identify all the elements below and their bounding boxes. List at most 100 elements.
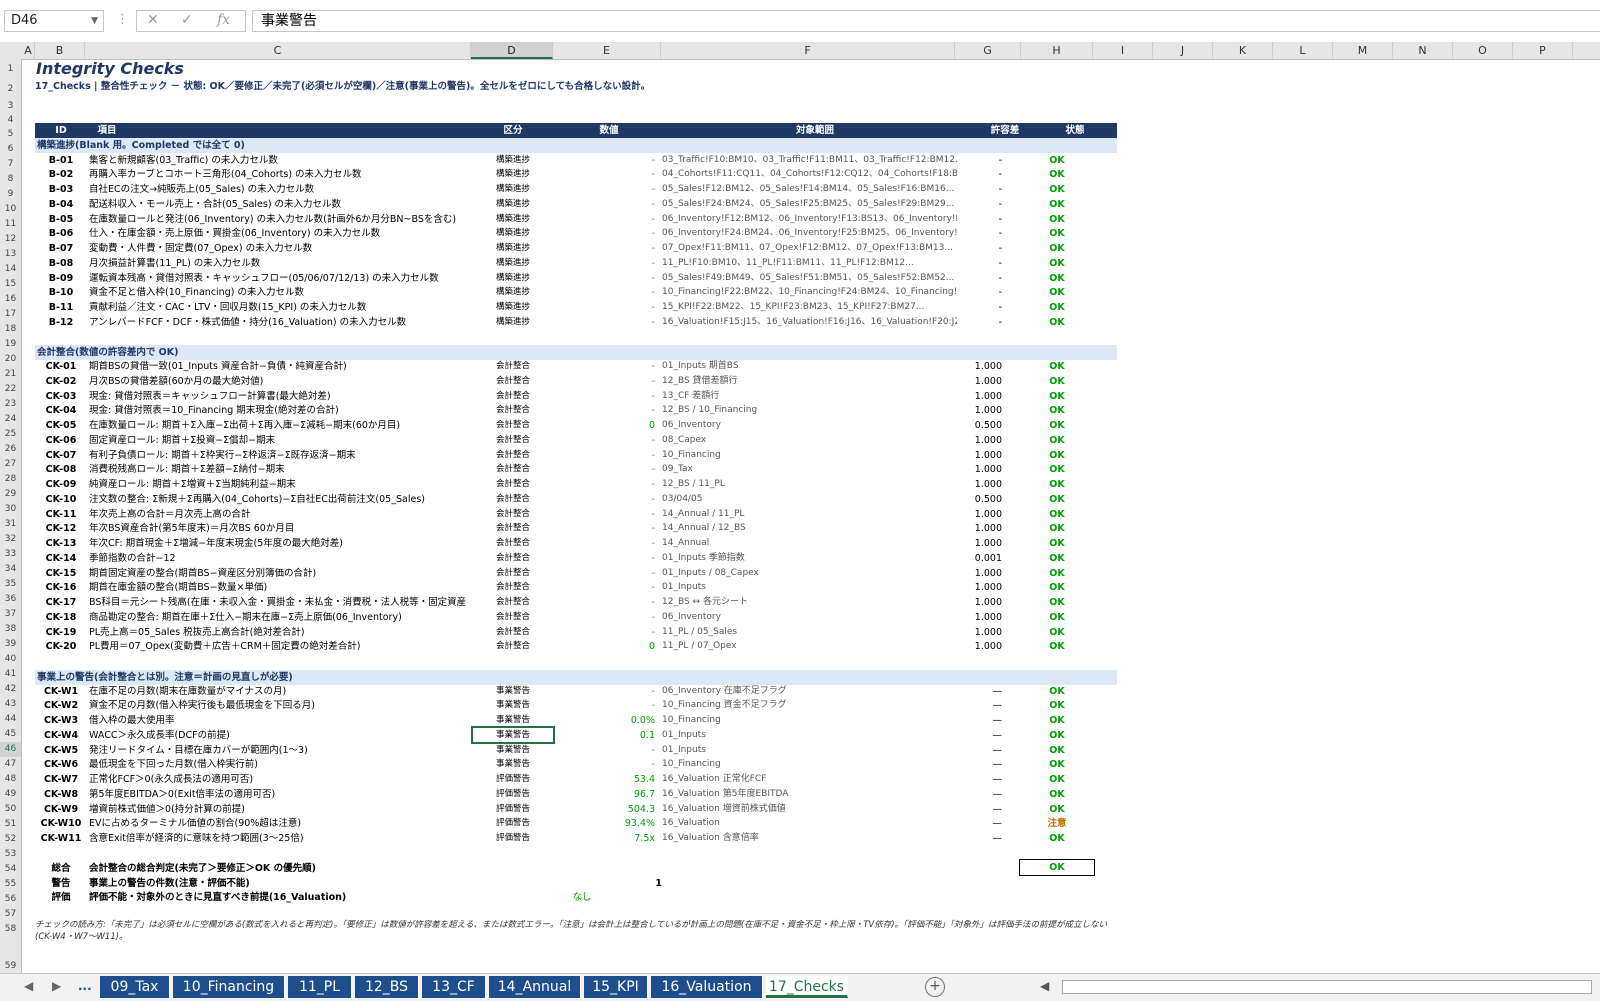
row-header[interactable]: 35 xyxy=(0,577,21,592)
column-header-g[interactable]: G xyxy=(955,42,1021,59)
horizontal-scrollbar[interactable] xyxy=(1062,980,1592,994)
column-header-h[interactable]: H xyxy=(1021,42,1093,59)
column-header-e[interactable]: E xyxy=(553,42,661,59)
row-header[interactable]: 19 xyxy=(0,337,21,352)
row-header[interactable]: 21 xyxy=(0,367,21,382)
row-header[interactable]: 17 xyxy=(0,307,21,322)
sheet-tab[interactable]: 10_Financing xyxy=(173,976,285,998)
row-header[interactable]: 37 xyxy=(0,607,21,622)
column-header-p[interactable]: P xyxy=(1513,42,1573,59)
column-header-c[interactable]: C xyxy=(85,42,471,59)
row-header[interactable]: 33 xyxy=(0,547,21,562)
row-header[interactable]: 24 xyxy=(0,412,21,427)
tab-more[interactable]: ... xyxy=(78,979,92,993)
row-header[interactable]: 58 xyxy=(0,922,21,937)
row-header[interactable]: 13 xyxy=(0,247,21,262)
selected-cell[interactable] xyxy=(471,726,555,744)
sheet-tab[interactable]: 13_CF xyxy=(422,976,486,998)
row-header[interactable]: 55 xyxy=(0,877,21,892)
row-header[interactable]: 57 xyxy=(0,907,21,922)
row-header[interactable]: 54 xyxy=(0,862,21,877)
worksheet[interactable]: Integrity Checks 17_Checks | 整合性チェック － 状… xyxy=(22,59,1600,973)
sheet-tab[interactable]: 11_PL xyxy=(288,976,352,998)
name-box[interactable]: D46 ▼ xyxy=(4,10,104,32)
column-header-b[interactable]: B xyxy=(35,42,85,59)
function-icon[interactable]: fx xyxy=(217,12,230,28)
sheet-tab[interactable]: 12_BS xyxy=(355,976,419,998)
summary-label: 警告 xyxy=(51,878,71,889)
sheet-tab[interactable]: 17_Checks xyxy=(766,976,848,998)
row-header[interactable]: 29 xyxy=(0,487,21,502)
row-header[interactable]: 42 xyxy=(0,682,21,697)
row-header[interactable]: 15 xyxy=(0,277,21,292)
row-header[interactable]: 30 xyxy=(0,502,21,517)
row-header[interactable]: 22 xyxy=(0,382,21,397)
row-header[interactable]: 14 xyxy=(0,262,21,277)
column-header-f[interactable]: F xyxy=(661,42,955,59)
row-header[interactable]: 48 xyxy=(0,772,21,787)
row-header[interactable]: 41 xyxy=(0,667,21,682)
column-header-d[interactable]: D xyxy=(471,42,553,59)
row-header[interactable]: 34 xyxy=(0,562,21,577)
sheet-tab[interactable]: 09_Tax xyxy=(100,976,170,998)
row-header[interactable]: 51 xyxy=(0,817,21,832)
row-header[interactable]: 52 xyxy=(0,832,21,847)
row-header[interactable]: 46 xyxy=(0,742,21,757)
row-header[interactable]: 39 xyxy=(0,637,21,652)
row-header[interactable]: 50 xyxy=(0,802,21,817)
row-header[interactable]: 44 xyxy=(0,712,21,727)
row-header[interactable]: 53 xyxy=(0,847,21,862)
row-header[interactable]: 28 xyxy=(0,472,21,487)
row-header[interactable]: 9 xyxy=(0,187,21,202)
column-header-a[interactable]: A xyxy=(22,42,35,59)
row-header[interactable]: 40 xyxy=(0,652,21,667)
column-header-j[interactable]: J xyxy=(1153,42,1213,59)
tab-prev-icon[interactable]: ◀ xyxy=(24,979,33,993)
sheet-tab[interactable]: 15_KPI xyxy=(584,976,648,998)
row-header[interactable]: 25 xyxy=(0,427,21,442)
row-header[interactable]: 5 xyxy=(0,127,21,142)
enter-icon[interactable]: ✓ xyxy=(181,12,193,28)
row-header[interactable]: 32 xyxy=(0,532,21,547)
column-header-n[interactable]: N xyxy=(1393,42,1453,59)
row-header[interactable]: 3 xyxy=(0,99,21,114)
row-header[interactable]: 16 xyxy=(0,292,21,307)
row-header[interactable]: 56 xyxy=(0,892,21,907)
row-header[interactable]: 47 xyxy=(0,757,21,772)
row-header[interactable]: 10 xyxy=(0,202,21,217)
column-header-k[interactable]: K xyxy=(1213,42,1273,59)
tab-next-icon[interactable]: ▶ xyxy=(52,979,61,993)
sheet-tab[interactable]: 16_Valuation xyxy=(651,976,763,998)
row-header[interactable]: 23 xyxy=(0,397,21,412)
scroll-left-icon[interactable]: ◀ xyxy=(1040,979,1049,993)
row-header[interactable]: 12 xyxy=(0,232,21,247)
column-header-l[interactable]: L xyxy=(1273,42,1333,59)
row-header[interactable]: 45 xyxy=(0,727,21,742)
row-header[interactable]: 20 xyxy=(0,352,21,367)
check-status: OK xyxy=(1049,833,1065,844)
row-header[interactable]: 49 xyxy=(0,787,21,802)
chevron-down-icon[interactable]: ▼ xyxy=(91,11,98,31)
row-header[interactable]: 2 xyxy=(0,82,21,97)
row-header[interactable]: 59 xyxy=(0,959,21,974)
row-header[interactable]: 8 xyxy=(0,172,21,187)
cancel-icon[interactable]: ✕ xyxy=(147,12,159,28)
row-header[interactable]: 26 xyxy=(0,442,21,457)
row-header[interactable]: 36 xyxy=(0,592,21,607)
row-header[interactable]: 27 xyxy=(0,457,21,472)
row-header[interactable]: 7 xyxy=(0,157,21,172)
row-header[interactable]: 6 xyxy=(0,142,21,157)
row-header[interactable]: 4 xyxy=(0,113,21,128)
row-header[interactable]: 31 xyxy=(0,517,21,532)
row-header[interactable]: 18 xyxy=(0,322,21,337)
column-header-m[interactable]: M xyxy=(1333,42,1393,59)
row-header[interactable]: 1 xyxy=(0,62,21,77)
column-header-o[interactable]: O xyxy=(1453,42,1513,59)
add-sheet-icon[interactable]: + xyxy=(925,977,945,997)
formula-input[interactable]: 事業警告 xyxy=(252,10,1600,32)
column-header-i[interactable]: I xyxy=(1093,42,1153,59)
row-header[interactable]: 43 xyxy=(0,697,21,712)
sheet-tab[interactable]: 14_Annual xyxy=(489,976,581,998)
row-header[interactable]: 38 xyxy=(0,622,21,637)
row-header[interactable]: 11 xyxy=(0,217,21,232)
